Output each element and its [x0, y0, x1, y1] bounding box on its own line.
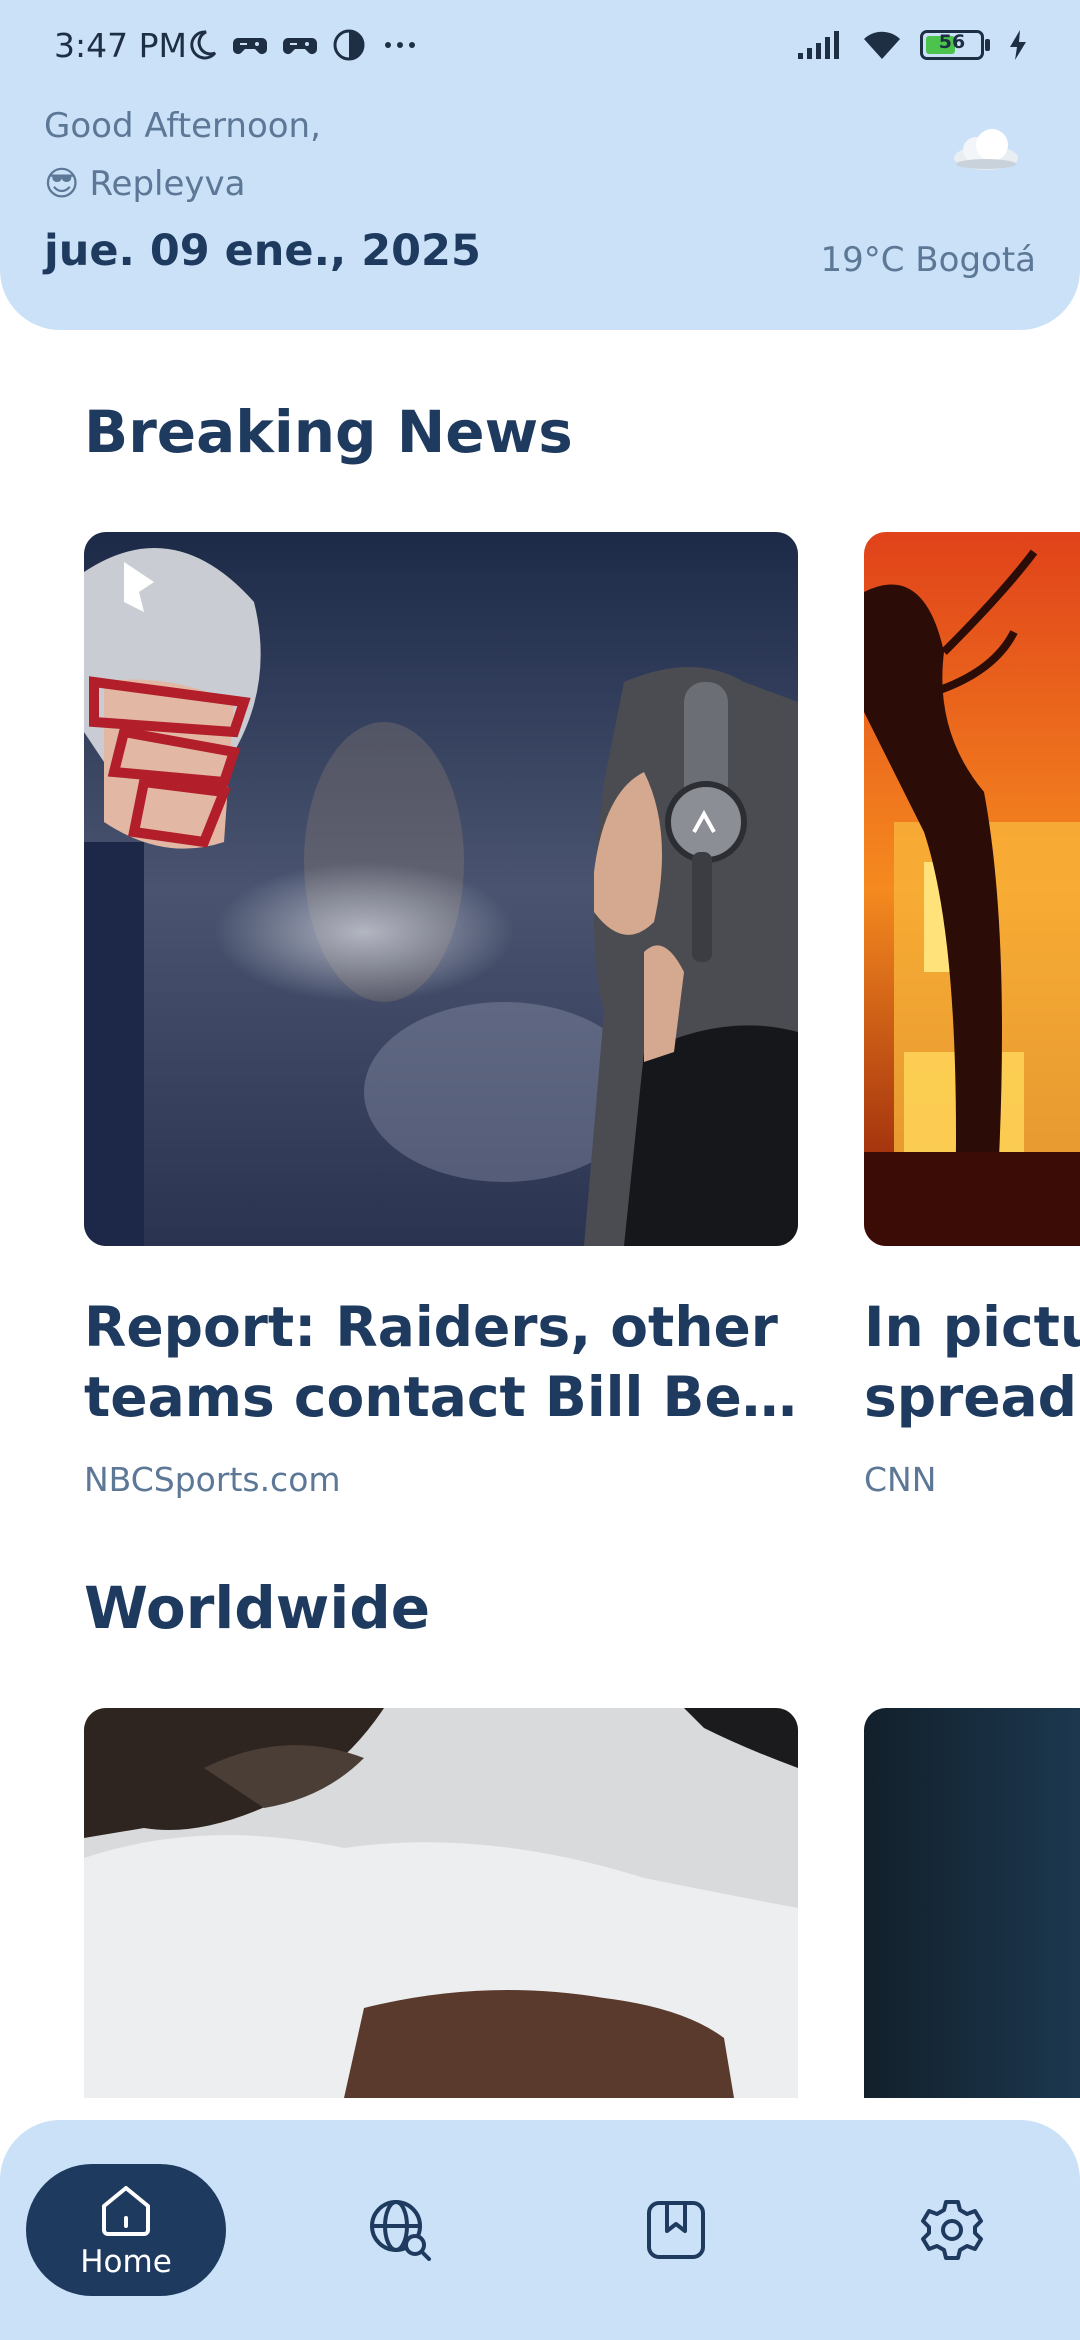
news-card-image[interactable] [864, 1708, 1080, 2098]
nav-home-button[interactable]: Home [26, 2164, 226, 2296]
status-bar: 3:47 PM 56 [0, 0, 1080, 96]
greeting-text: Good Afternoon, [44, 106, 321, 146]
bottom-navigation: Home [0, 2120, 1080, 2340]
header: 3:47 PM 56 Good Afternoon, 😎 Repleyva ju… [0, 0, 1080, 330]
status-system-icons: 56 [796, 28, 1028, 62]
current-date: jue. 09 ene., 2025 [44, 226, 481, 276]
weather-text: 19°C Bogotá [820, 240, 1037, 280]
game-controller-icon [233, 38, 267, 54]
game-controller-icon [283, 38, 317, 54]
more-icon [385, 42, 415, 48]
battery-level: 56 [938, 31, 966, 53]
signal-icon [798, 31, 839, 59]
news-card-source: NBCSports.com [84, 1460, 341, 1499]
nav-settings-button[interactable] [892, 2164, 1012, 2296]
moon-icon [190, 30, 217, 60]
news-card-image[interactable] [84, 1708, 798, 2098]
wifi-icon [864, 31, 900, 59]
news-card-title[interactable]: In pictu spread [864, 1292, 1080, 1432]
nav-explore-button[interactable] [340, 2164, 460, 2296]
news-card-image[interactable] [84, 532, 798, 1246]
half-circle-icon [333, 29, 365, 61]
section-title-worldwide: Worldwide [84, 1574, 431, 1642]
section-title-breaking-news: Breaking News [84, 398, 573, 466]
user-row: 😎 Repleyva [44, 164, 246, 204]
news-card-source: CNN [864, 1460, 937, 1499]
user-name: Repleyva [89, 164, 246, 204]
charging-bolt-icon [1010, 30, 1026, 60]
bookmark-icon [647, 2201, 705, 2259]
home-icon [102, 2186, 150, 2236]
battery-icon: 56 [920, 28, 990, 62]
cloud-icon [954, 129, 1018, 170]
breaking-news-carousel[interactable]: Report: Raiders, other teams contact Bil… [0, 532, 1080, 1512]
status-notification-icons [188, 28, 420, 62]
worldwide-carousel[interactable] [0, 1708, 1080, 2098]
user-emoji: 😎 [44, 164, 80, 204]
nav-bookmarks-button[interactable] [616, 2164, 736, 2296]
news-card-title[interactable]: Report: Raiders, other teams contact Bil… [84, 1292, 798, 1432]
nav-home-label: Home [80, 2244, 172, 2280]
news-card-image[interactable] [864, 532, 1080, 1246]
globe-search-icon [370, 2200, 431, 2261]
status-time: 3:47 PM [54, 26, 187, 65]
gear-icon [921, 2200, 983, 2260]
